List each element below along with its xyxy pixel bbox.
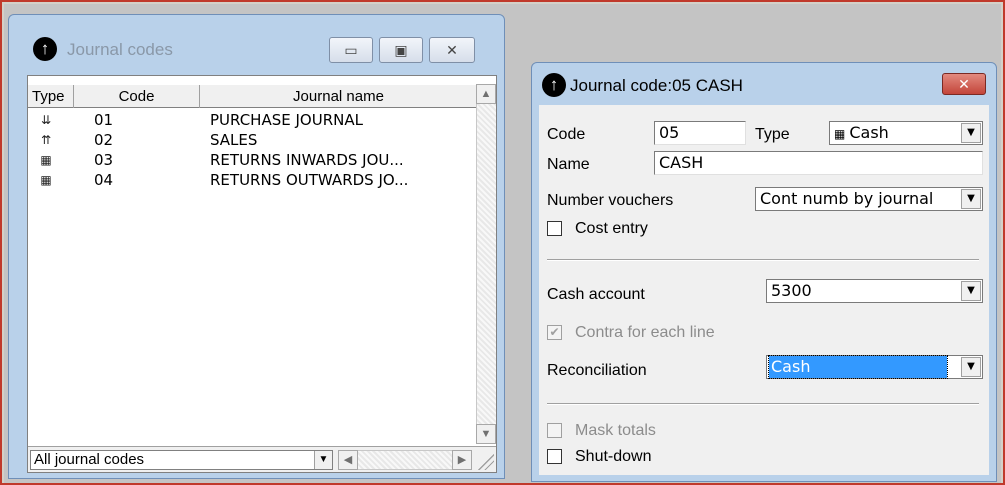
type-select[interactable]: ▦ Cash ▼ xyxy=(829,121,983,145)
info-app-icon: ↑ xyxy=(33,37,57,61)
journal-code-title: Journal code:05 CASH xyxy=(570,76,743,95)
close-button[interactable]: ✕ xyxy=(942,73,986,95)
col-header-type[interactable]: Type xyxy=(28,85,74,108)
scroll-left-button[interactable]: ◀ xyxy=(338,450,358,470)
journal-filter-value: All journal codes xyxy=(34,451,145,468)
number-vouchers-value: Cont numb by journal xyxy=(760,189,934,208)
chevron-down-icon[interactable]: ▼ xyxy=(961,123,981,143)
journal-list-view: Type Code Journal name ⇊ 01 PURCHASE JOU… xyxy=(27,75,497,473)
journal-code-window: ↑ Journal code:05 CASH ✕ Code 05 Type ▦ C… xyxy=(531,62,997,482)
row-code: 02 xyxy=(94,131,114,149)
journal-rows: ⇊ 01 PURCHASE JOURNAL ⇈ 02 SALES ▦ 03 RE… xyxy=(28,110,478,190)
horizontal-scrollbar[interactable]: ◀ ▶ xyxy=(338,450,472,470)
number-vouchers-label: Number vouchers xyxy=(547,192,674,209)
cost-entry-checkbox[interactable] xyxy=(547,221,562,236)
vertical-scrollbar[interactable]: ▲ ▼ xyxy=(476,84,496,444)
info-app-icon: ↑ xyxy=(542,73,566,97)
row-name: RETURNS INWARDS JOU... xyxy=(210,151,404,169)
reconciliation-value: Cash xyxy=(768,355,948,379)
cash-account-value: 5300 xyxy=(771,281,812,300)
table-row[interactable]: ⇊ 01 PURCHASE JOURNAL xyxy=(28,110,478,130)
code-label: Code xyxy=(547,126,586,143)
type-select-value: Cash xyxy=(849,123,889,142)
list-footer: All journal codes ▼ ◀ ▶ xyxy=(28,446,496,472)
close-icon: ✕ xyxy=(446,42,458,58)
col-header-code[interactable]: Code xyxy=(74,85,200,108)
chevron-down-icon[interactable]: ▼ xyxy=(961,357,981,377)
scroll-right-button[interactable]: ▶ xyxy=(452,450,472,470)
chevron-down-icon[interactable]: ▼ xyxy=(314,451,332,469)
separator xyxy=(547,259,979,261)
export-journal-icon: ⇈ xyxy=(40,133,52,147)
number-vouchers-select[interactable]: Cont numb by journal ▼ xyxy=(755,187,983,211)
scroll-up-button[interactable]: ▲ xyxy=(476,84,496,104)
close-button-inactive[interactable]: ✕ xyxy=(429,37,475,63)
row-code: 01 xyxy=(94,111,114,129)
journal-filter-select[interactable]: All journal codes ▼ xyxy=(30,450,333,470)
type-label: Type xyxy=(755,126,790,143)
row-name: RETURNS OUTWARDS JO... xyxy=(210,171,409,189)
shutdown-checkbox[interactable] xyxy=(547,449,562,464)
cash-account-label: Cash account xyxy=(547,286,645,303)
screen-frame: ↑ Journal codes ▭ ▣ ✕ Type Code Journal … xyxy=(0,0,1005,485)
mask-totals-label: Mask totals xyxy=(575,422,656,439)
close-icon: ✕ xyxy=(958,76,970,92)
contra-label: Contra for each line xyxy=(575,324,715,341)
scroll-down-button[interactable]: ▼ xyxy=(476,424,496,444)
journal-codes-titlebar[interactable]: ↑ Journal codes ▭ ▣ ✕ xyxy=(9,15,504,77)
row-name: PURCHASE JOURNAL xyxy=(210,111,363,129)
import-journal-icon: ⇊ xyxy=(40,113,52,127)
resize-grip-icon[interactable] xyxy=(478,454,494,470)
checkmark-icon: ✔ xyxy=(549,325,560,339)
journal-codes-window: ↑ Journal codes ▭ ▣ ✕ Type Code Journal … xyxy=(8,14,505,479)
table-row[interactable]: ⇈ 02 SALES xyxy=(28,130,478,150)
shutdown-label[interactable]: Shut-down xyxy=(575,447,652,467)
table-row[interactable]: ▦ 04 RETURNS OUTWARDS JO... xyxy=(28,170,478,190)
minimize-button[interactable]: ▭ xyxy=(329,37,373,63)
mask-totals-checkbox[interactable] xyxy=(547,423,562,438)
cash-account-select[interactable]: 5300 ▼ xyxy=(766,279,983,303)
contra-checkbox[interactable]: ✔ xyxy=(547,325,562,340)
desktop: ↑ Journal codes ▭ ▣ ✕ Type Code Journal … xyxy=(4,4,1001,483)
name-field[interactable]: CASH xyxy=(654,151,983,175)
cost-entry-label[interactable]: Cost entry xyxy=(575,219,648,239)
col-header-journal-name[interactable]: Journal name xyxy=(200,85,478,108)
separator xyxy=(547,403,979,405)
chevron-down-icon[interactable]: ▼ xyxy=(961,189,981,209)
journal-codes-title: Journal codes xyxy=(67,40,173,59)
reconciliation-label: Reconciliation xyxy=(547,362,647,379)
list-header: Type Code Journal name xyxy=(28,84,478,108)
maximize-button[interactable]: ▣ xyxy=(379,37,423,63)
name-label: Name xyxy=(547,156,590,173)
cash-journal-icon: ▦ xyxy=(834,127,846,141)
table-row[interactable]: ▦ 03 RETURNS INWARDS JOU... xyxy=(28,150,478,170)
journal-code-form: Code 05 Type ▦ Cash ▼ Name CASH Number vo… xyxy=(539,105,989,475)
row-code: 03 xyxy=(94,151,114,169)
general-journal-icon: ▦ xyxy=(40,173,52,187)
general-journal-icon: ▦ xyxy=(40,153,52,167)
reconciliation-select[interactable]: Cash ▼ xyxy=(766,355,983,379)
row-name: SALES xyxy=(210,131,258,149)
maximize-icon: ▣ xyxy=(394,42,408,58)
chevron-down-icon[interactable]: ▼ xyxy=(961,281,981,301)
row-code: 04 xyxy=(94,171,114,189)
code-field[interactable]: 05 xyxy=(654,121,746,145)
minimize-icon: ▭ xyxy=(344,42,358,58)
